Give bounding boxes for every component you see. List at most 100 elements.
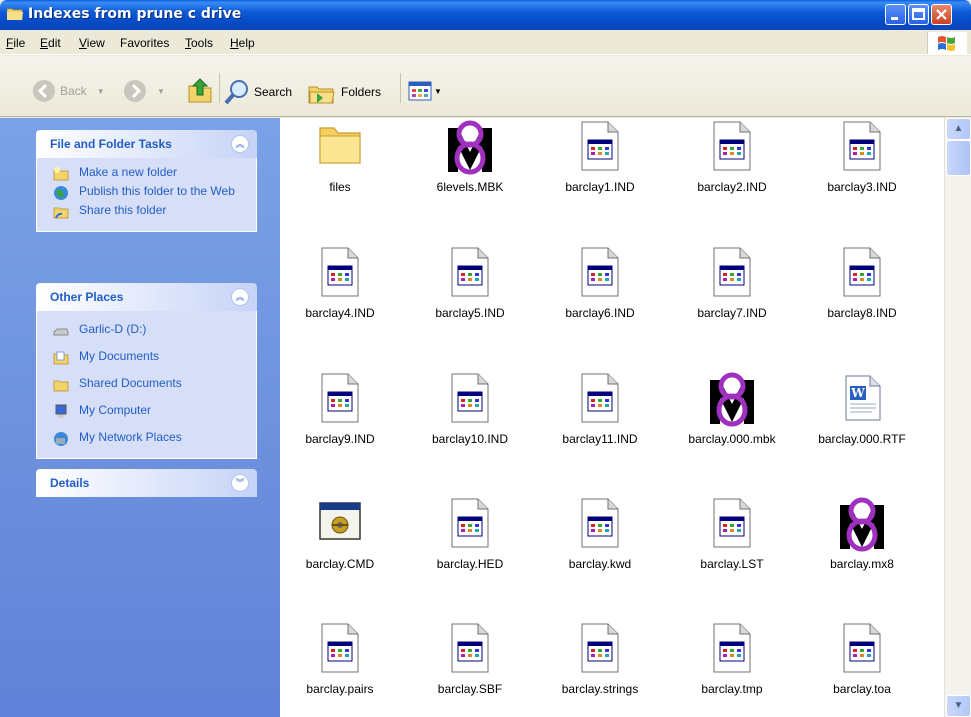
menu-tools[interactable]: Tools xyxy=(185,36,213,50)
mbk-logo-icon xyxy=(838,497,886,553)
shared-folder-icon xyxy=(53,380,69,392)
panel-places-header[interactable]: Other Places ︽ xyxy=(36,283,257,311)
file-name: barclay.kwd xyxy=(568,557,632,571)
panel-tasks-header[interactable]: File and Folder Tasks ︽ xyxy=(36,130,257,158)
toolbar-separator xyxy=(219,73,220,103)
scroll-thumb[interactable] xyxy=(946,140,971,176)
file-item[interactable]: barclay.kwd xyxy=(540,497,660,571)
file-item[interactable]: barclay.strings xyxy=(540,622,660,696)
document-icon xyxy=(576,622,624,678)
file-item[interactable]: barclay2.IND xyxy=(672,120,792,194)
vertical-scrollbar[interactable]: ▲ ▼ xyxy=(944,118,971,717)
place-my-documents[interactable]: My Documents xyxy=(37,348,256,375)
document-icon xyxy=(446,497,494,553)
menu-tools-label: ools xyxy=(191,36,214,50)
file-item[interactable]: barclay9.IND xyxy=(280,372,400,446)
views-button[interactable]: ▼ xyxy=(408,81,442,101)
file-item[interactable]: barclay.HED xyxy=(410,497,530,571)
title-bar[interactable]: Indexes from prune c drive xyxy=(0,0,971,30)
document-icon xyxy=(838,120,886,176)
close-button[interactable] xyxy=(931,4,952,25)
file-name: barclay.pairs xyxy=(306,682,374,696)
task-share-folder[interactable]: Share this folder xyxy=(37,202,256,221)
file-name: barclay5.IND xyxy=(435,306,505,320)
expand-chevron-icon[interactable]: ︾ xyxy=(231,474,249,492)
task-label: Share this folder xyxy=(79,203,167,217)
file-item[interactable]: barclay.tmp xyxy=(672,622,792,696)
menu-help[interactable]: Help xyxy=(230,36,255,50)
file-item[interactable]: barclay11.IND xyxy=(540,372,660,446)
file-name: barclay.strings xyxy=(561,682,639,696)
file-item[interactable]: files xyxy=(280,120,400,194)
collapse-chevron-icon[interactable]: ︽ xyxy=(231,288,249,306)
place-shared-documents[interactable]: Shared Documents xyxy=(37,375,256,402)
file-item[interactable]: barclay5.IND xyxy=(410,246,530,320)
menu-file[interactable]: File xyxy=(6,36,25,50)
collapse-chevron-icon[interactable]: ︽ xyxy=(231,135,249,153)
file-item[interactable]: barclay.000.mbk xyxy=(672,372,792,446)
file-name: files xyxy=(329,180,351,194)
document-icon xyxy=(446,622,494,678)
file-item[interactable]: barclay6.IND xyxy=(540,246,660,320)
file-item[interactable]: barclay.SBF xyxy=(410,622,530,696)
document-icon xyxy=(576,372,624,428)
file-item[interactable]: barclay.pairs xyxy=(280,622,400,696)
menu-edit[interactable]: Edit xyxy=(40,36,61,50)
panel-places-title: Other Places xyxy=(50,290,124,304)
menu-help-label: elp xyxy=(238,36,255,50)
file-name: barclay1.IND xyxy=(565,180,635,194)
panel-file-folder-tasks: File and Folder Tasks ︽ Make a new folde… xyxy=(36,130,257,232)
document-icon xyxy=(316,372,364,428)
network-places-icon xyxy=(54,432,68,446)
document-icon xyxy=(838,622,886,678)
up-folder-icon xyxy=(188,78,212,103)
back-button[interactable]: Back ▼ xyxy=(32,79,105,103)
file-item[interactable]: barclay.toa xyxy=(802,622,922,696)
up-folder-button[interactable] xyxy=(187,76,213,104)
forward-button[interactable]: ▼ xyxy=(123,79,165,103)
menu-view[interactable]: View xyxy=(79,36,105,50)
panel-details-header[interactable]: Details ︾ xyxy=(36,469,257,497)
explorer-content: File and Folder Tasks ︽ Make a new folde… xyxy=(0,118,971,717)
file-item[interactable]: barclay1.IND xyxy=(540,120,660,194)
scroll-down-button[interactable]: ▼ xyxy=(946,695,971,717)
minimize-button[interactable] xyxy=(885,4,906,25)
place-label: My Documents xyxy=(79,349,160,363)
menu-view-label: iew xyxy=(86,36,105,50)
file-item[interactable]: barclay.LST xyxy=(672,497,792,571)
search-button[interactable]: Search xyxy=(224,79,292,105)
file-item[interactable]: Wbarclay.000.RTF xyxy=(802,372,922,446)
file-item[interactable]: 6levels.MBK xyxy=(410,120,530,194)
menu-favorites[interactable]: Favorites xyxy=(120,36,169,50)
window-title: Indexes from prune c drive xyxy=(28,6,242,22)
file-item[interactable]: barclay3.IND xyxy=(802,120,922,194)
maximize-button[interactable] xyxy=(908,4,929,25)
file-item[interactable]: barclay.CMD xyxy=(280,497,400,571)
file-name: barclay2.IND xyxy=(697,180,767,194)
panel-places-body: Garlic-D (D:) My Documents Shared Docume… xyxy=(36,311,257,459)
place-garlic-d[interactable]: Garlic-D (D:) xyxy=(37,321,256,348)
file-item[interactable]: barclay.mx8 xyxy=(802,497,922,571)
place-my-network-places[interactable]: My Network Places xyxy=(37,429,256,448)
place-my-computer[interactable]: My Computer xyxy=(37,402,256,429)
file-name: barclay7.IND xyxy=(697,306,767,320)
file-item[interactable]: barclay7.IND xyxy=(672,246,792,320)
windows-logo-icon xyxy=(938,36,955,51)
file-item[interactable]: barclay8.IND xyxy=(802,246,922,320)
file-item[interactable]: barclay10.IND xyxy=(410,372,530,446)
new-folder-icon xyxy=(53,167,69,181)
file-name: 6levels.MBK xyxy=(436,180,504,194)
scroll-up-button[interactable]: ▲ xyxy=(946,118,971,140)
place-label: My Network Places xyxy=(79,430,182,444)
file-name: barclay.toa xyxy=(833,682,891,696)
file-list: files 6levels.MBK barclay1.IND barclay2.IND… xyxy=(280,118,944,717)
file-item[interactable]: barclay4.IND xyxy=(280,246,400,320)
task-make-new-folder[interactable]: Make a new folder xyxy=(37,164,256,183)
file-name: barclay.tmp xyxy=(701,682,763,696)
forward-arrow-icon xyxy=(124,80,146,102)
minimize-icon xyxy=(891,17,898,20)
folders-button[interactable]: Folders xyxy=(307,79,381,105)
toolbar: Back ▼ ▼ Search Folders ▼ xyxy=(0,56,971,117)
document-icon xyxy=(576,497,624,553)
task-publish-to-web[interactable]: Publish this folder to the Web xyxy=(37,183,256,202)
